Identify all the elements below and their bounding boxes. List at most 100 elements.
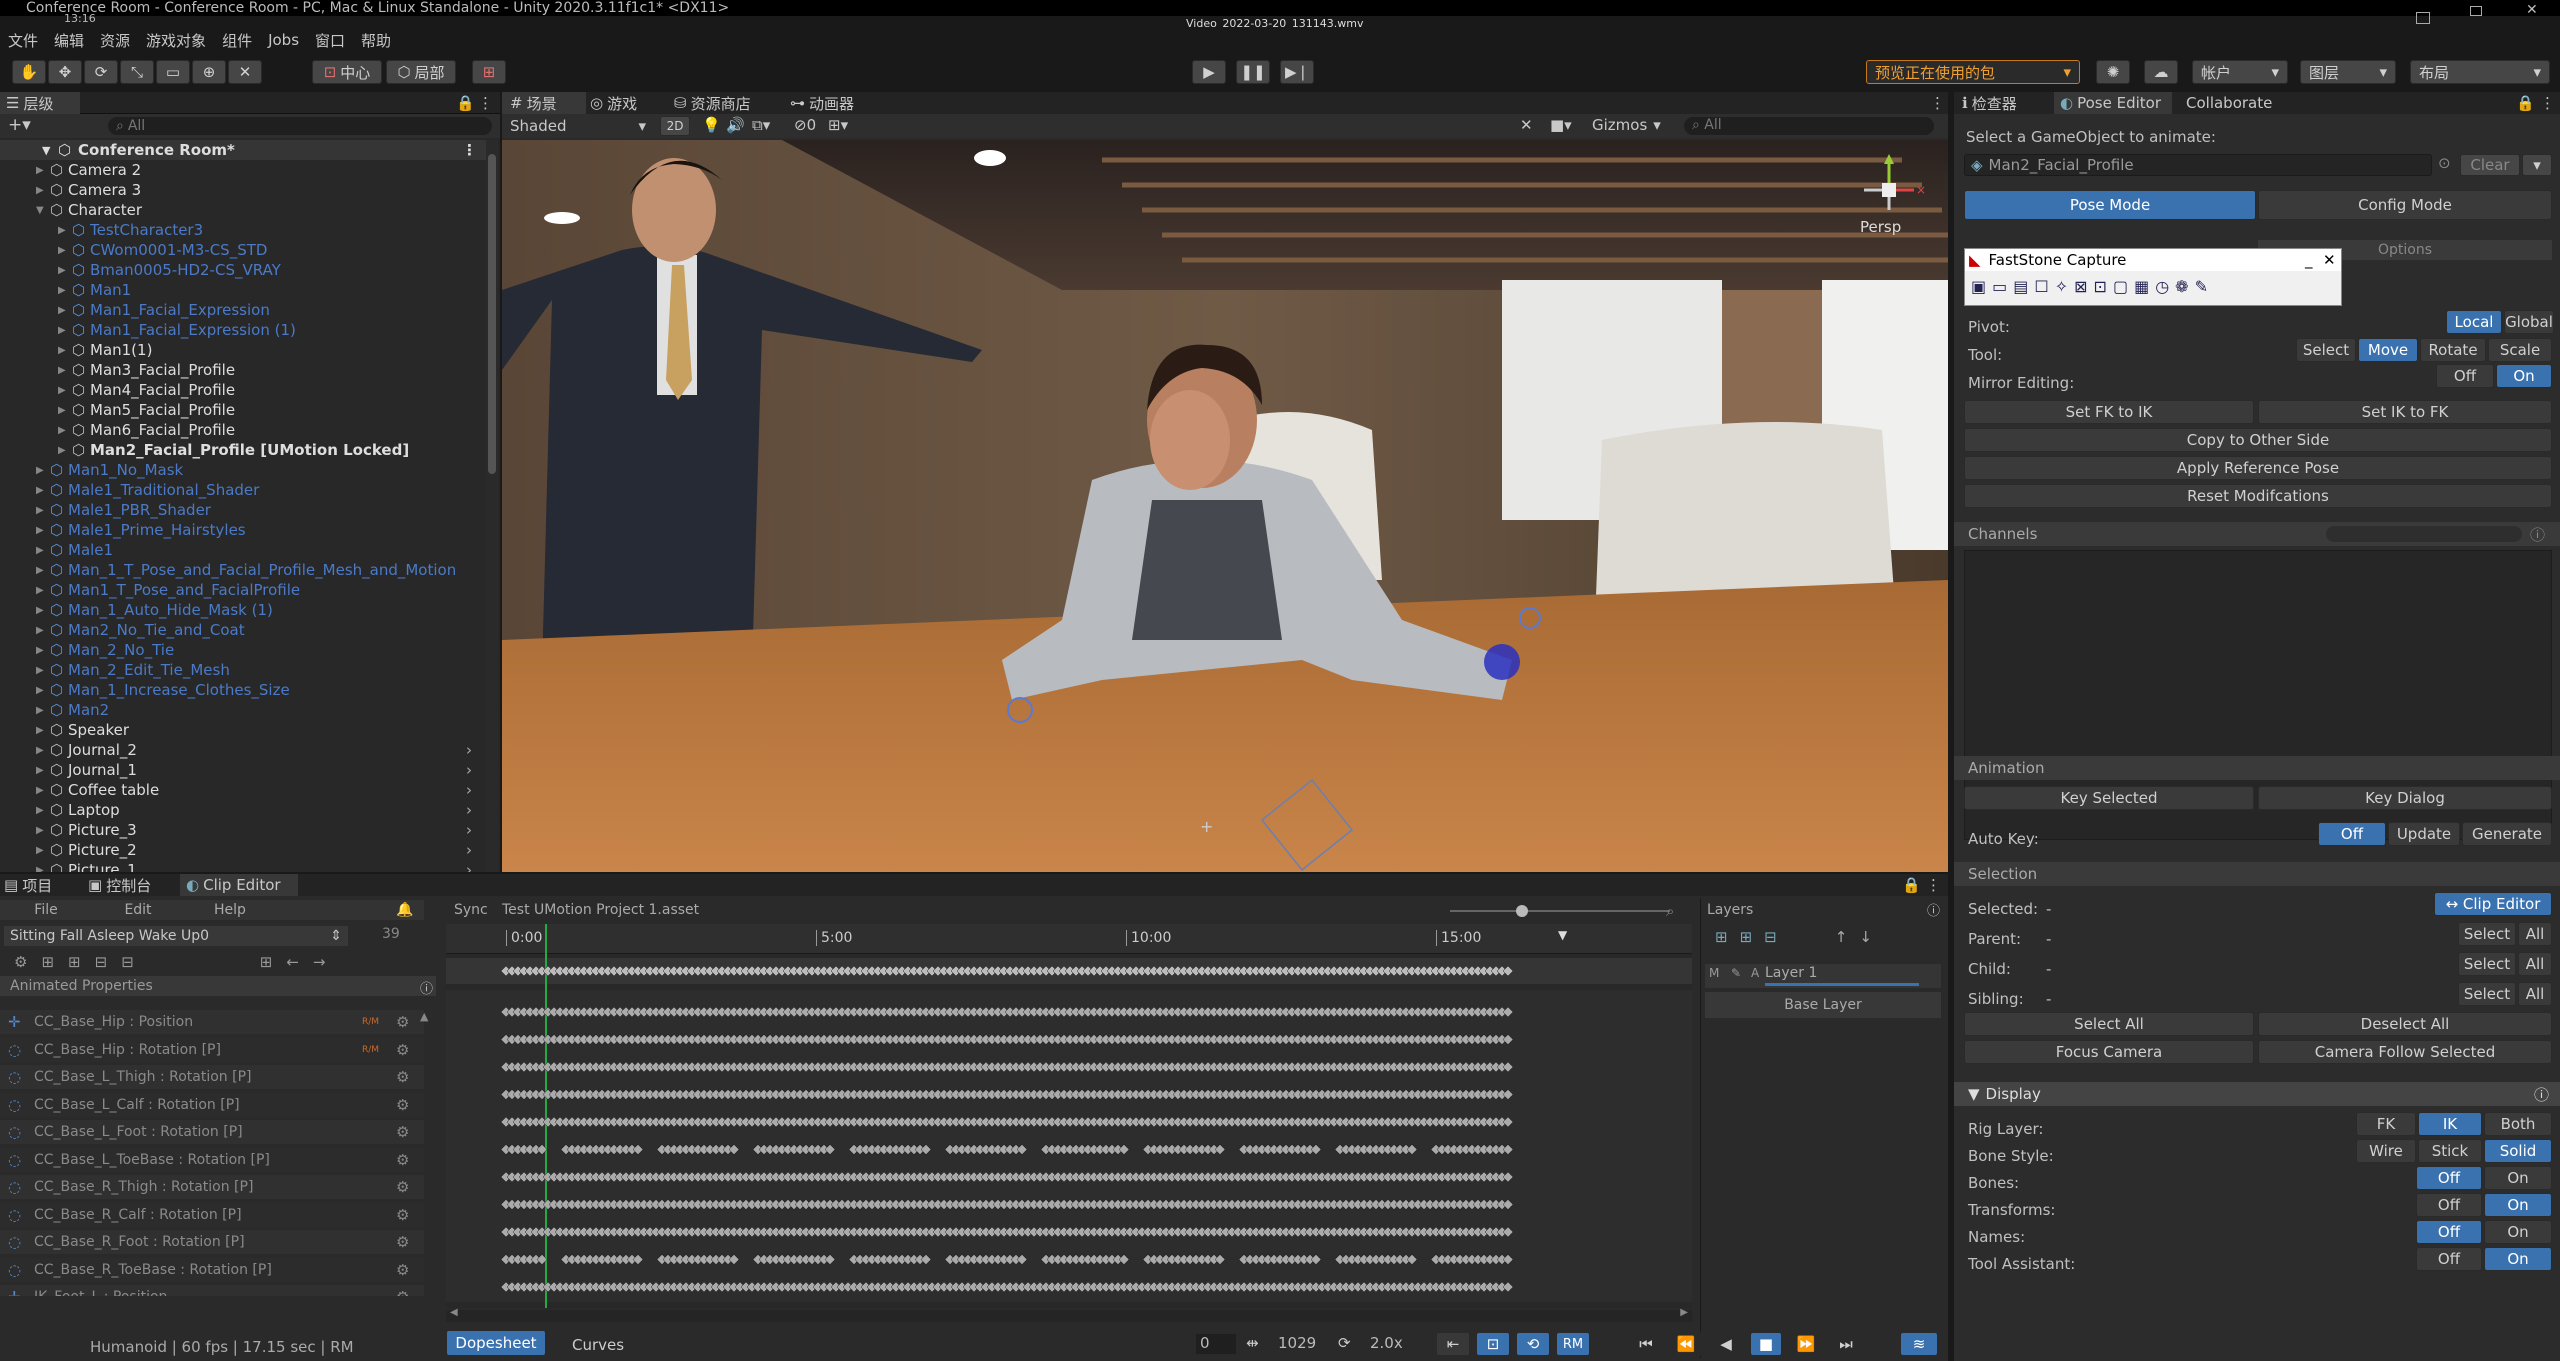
collapse-arrow-icon[interactable]: ▶ [58, 325, 66, 336]
collapse-arrow-icon[interactable]: ▶ [58, 225, 66, 236]
settings-gear-icon[interactable]: ✺ [2096, 60, 2130, 84]
keyframe-marker[interactable] [536, 1144, 548, 1155]
pivot-global-toggle[interactable]: Global [2504, 310, 2554, 334]
timeline-scrollbar[interactable]: ◀ ▶ [446, 1307, 1692, 1322]
keyframe-marker[interactable] [1502, 1144, 1514, 1155]
set-ik-to-fk-button[interactable]: Set IK to FK [2258, 400, 2552, 424]
add-additive-layer-icon[interactable]: ⊞ [1740, 928, 1753, 946]
scene-root[interactable]: ▼ ⬡ Conference Room* ⋮ [0, 140, 486, 160]
zoom-slider-thumb[interactable] [1516, 905, 1528, 917]
clear-dropdown-icon[interactable]: ▾ [2522, 154, 2552, 176]
last-frame-icon[interactable]: ⏭ [1830, 1332, 1862, 1356]
sibling-all-button[interactable]: All [2518, 982, 2552, 1006]
kebab-icon[interactable]: ⋮ [1930, 94, 1945, 112]
apply-reference-pose-button[interactable]: Apply Reference Pose [1964, 456, 2552, 480]
hierarchy-item[interactable]: ▶ ⬡ Male1 [0, 540, 486, 560]
collapse-arrow-icon[interactable]: ▶ [36, 465, 44, 476]
property-settings-icon[interactable]: ⚙ [396, 1261, 409, 1279]
play-button[interactable]: ▶ [1192, 60, 1226, 84]
tool-select-real[interactable]: Select [2296, 338, 2356, 362]
hierarchy-tab[interactable]: ☰ 层级 [0, 92, 80, 114]
help-icon[interactable]: ⓘ [2534, 1084, 2549, 1105]
restore-icon[interactable] [2416, 12, 2430, 24]
record-screen-icon[interactable]: ▦ [2134, 277, 2149, 296]
tab-game[interactable]: ◎ 游戏 [590, 92, 637, 114]
scene-viewport[interactable]: + × Persp [502, 140, 1948, 872]
rect-tool-icon[interactable]: ▭ [156, 60, 190, 84]
keyframe-marker[interactable] [920, 1144, 932, 1155]
delete-layer-icon[interactable]: ⊟ [1764, 928, 1777, 946]
animation-header[interactable]: Animation [1954, 756, 2560, 780]
transform-tool-icon[interactable]: ⊕ [192, 60, 226, 84]
collapse-arrow-icon[interactable]: ▶ [58, 265, 66, 276]
rotate-tool-icon[interactable]: ⟳ [84, 60, 118, 84]
keyframe-marker[interactable] [1502, 1281, 1514, 1293]
capture-fixed-region-icon[interactable]: ⊡ [2094, 277, 2107, 296]
hierarchy-item[interactable]: ▶ ⬡ Picture_3 › [0, 820, 486, 840]
collapse-arrow-icon[interactable]: ▶ [58, 285, 66, 296]
base-layer-row[interactable]: Base Layer [1705, 992, 1941, 1018]
info-icon[interactable]: ⓘ [420, 978, 433, 997]
info-icon[interactable]: ⓘ [1927, 900, 1940, 919]
animated-property-row[interactable]: ◌ CC_Base_R_Thigh : Rotation [P] ⚙ [0, 1175, 424, 1199]
keyframe-marker[interactable] [632, 1254, 644, 1265]
names-off-toggle[interactable]: Off [2416, 1220, 2482, 1244]
hierarchy-item[interactable]: ▶ ⬡ Man2_Facial_Profile [UMotion Locked] [0, 440, 486, 460]
collapse-arrow-icon[interactable]: ▶ [36, 485, 44, 496]
property-settings-icon[interactable]: ⚙ [396, 1178, 409, 1196]
keyframe-marker[interactable] [1502, 965, 1514, 977]
animated-property-row[interactable]: ✛ CC_Base_Hip : Position R/M ⚙ [0, 1010, 424, 1034]
tab-animator[interactable]: ⊶ 动画器 [790, 92, 854, 114]
keyframe-marker[interactable] [1502, 1199, 1514, 1210]
collapse-arrow-icon[interactable]: ▶ [36, 545, 44, 556]
collapse-arrow-icon[interactable]: ▶ [36, 725, 44, 736]
kebab-icon[interactable]: ⋮ [2540, 94, 2555, 112]
capture-active-window-icon[interactable]: ▣ [1971, 277, 1986, 296]
layer-additive-icon[interactable]: A [1751, 966, 1759, 980]
keyframe-marker[interactable] [1406, 1254, 1418, 1265]
expand-arrow-icon[interactable]: ▼ [36, 205, 44, 216]
property-settings-icon[interactable]: ⚙ [396, 1068, 409, 1086]
capture-fullscreen-icon[interactable]: ✧ [2055, 277, 2068, 296]
tool-assistant-on-toggle[interactable]: On [2484, 1247, 2552, 1271]
close-icon[interactable]: ✕ [2323, 251, 2336, 269]
collapse-arrow-icon[interactable]: ▶ [36, 765, 44, 776]
pivot-local-toggle[interactable]: Local [2446, 310, 2502, 334]
keyframe-marker[interactable] [1502, 1116, 1514, 1128]
scrollbar-thumb[interactable] [488, 154, 496, 474]
property-settings-icon[interactable]: ⚙ [396, 1151, 409, 1169]
collapse-arrow-icon[interactable]: ▶ [36, 785, 44, 796]
hierarchy-item[interactable]: ▶ ⬡ Man1_T_Pose_and_FacialProfile [0, 580, 486, 600]
hierarchy-scrollbar[interactable] [486, 140, 498, 872]
chevron-right-icon[interactable]: › [466, 801, 472, 819]
clip-menu-file[interactable]: File [0, 902, 92, 918]
keyframe-marker[interactable] [824, 1144, 836, 1155]
layer-1-name[interactable]: Layer 1 [1765, 965, 1817, 981]
speed-field[interactable]: 2.0x [1370, 1334, 1403, 1352]
hierarchy-item[interactable]: ▶ ⬡ Man_1_Auto_Hide_Mask (1) [0, 600, 486, 620]
help-icon[interactable]: ⓘ [2530, 524, 2545, 545]
hierarchy-item[interactable]: ▶ ⬡ Man2 [0, 700, 486, 720]
reset-modifications-button[interactable]: Reset Modifcations [1964, 484, 2552, 508]
keyframe-marker[interactable] [728, 1254, 740, 1265]
delay-timer-icon[interactable]: ◷ [2155, 277, 2169, 296]
property-settings-icon[interactable]: ⚙ [396, 1288, 409, 1296]
copy-key-icon[interactable]: ⊟ [121, 953, 134, 971]
bone-handle-selected[interactable] [1484, 644, 1520, 680]
output-palette-icon[interactable]: ❁ [2175, 277, 2188, 296]
scene-search-input[interactable]: ⌕ All [1684, 117, 1934, 135]
end-frame-field[interactable]: 1029 [1278, 1334, 1324, 1354]
camera-follow-button[interactable]: Camera Follow Selected [2258, 1040, 2552, 1064]
frame-field[interactable]: 39 [360, 926, 424, 946]
collapse-arrow-icon[interactable]: ▶ [36, 845, 44, 856]
child-select-button[interactable]: Select [2458, 952, 2516, 976]
hierarchy-item[interactable]: ▶ ⬡ Male1_PBR_Shader [0, 500, 486, 520]
add-layer-icon[interactable]: ⊞ [1715, 928, 1728, 946]
step-button[interactable]: ▶❘ [1280, 60, 1314, 84]
grid-snap-icon[interactable]: ⊞ [472, 60, 506, 84]
package-preview-dropdown[interactable]: 预览正在使用的包 ▾ [1866, 60, 2080, 84]
preview-toggle-icon[interactable]: ⊡ [1476, 1332, 1510, 1356]
property-settings-icon[interactable]: ⚙ [396, 1233, 409, 1251]
hierarchy-item[interactable]: ▶ ⬡ Man_1_T_Pose_and_Facial_Profile_Mesh_a… [0, 560, 486, 580]
keyframe-marker[interactable] [1214, 1254, 1226, 1265]
